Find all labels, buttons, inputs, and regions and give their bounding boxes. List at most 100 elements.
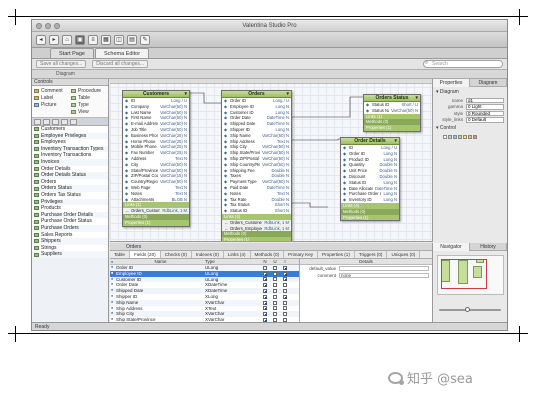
table-icon[interactable]: ▦ (101, 34, 111, 45)
flag-n-checkbox[interactable] (263, 306, 267, 311)
filter-links-icon[interactable] (43, 119, 50, 125)
swatch-blue[interactable] (453, 135, 457, 139)
tab-properties[interactable]: Properties (433, 79, 470, 87)
column-name-header[interactable]: Name (110, 259, 205, 264)
control-procedure[interactable]: Procedure (71, 88, 106, 94)
list-item[interactable]: Sales Reports (32, 232, 108, 239)
flag-u-checkbox[interactable] (273, 265, 277, 270)
flag-n-checkbox[interactable] (263, 300, 267, 305)
control-comment[interactable]: Comment (34, 88, 69, 94)
flag-u-checkbox[interactable] (273, 283, 277, 288)
table-editor-tab[interactable]: Primary Key (284, 251, 319, 258)
column-type-header[interactable]: Type (205, 259, 260, 264)
entity-customers[interactable]: Customers◆IDLong / U◆CompanyVarChar(50) … (122, 90, 190, 227)
column-u-header[interactable]: U (270, 259, 280, 264)
pencil-icon[interactable]: ✎ (140, 34, 150, 45)
discard-all-button[interactable]: Discard all changes... (92, 60, 149, 68)
entity-title[interactable]: Order Details (341, 138, 399, 145)
list-item[interactable]: Shippers (32, 238, 108, 245)
detail-value-field[interactable] (339, 265, 429, 272)
list-item[interactable]: Strings (32, 245, 108, 252)
list-item[interactable]: Customers (32, 126, 108, 133)
list-item[interactable]: Orders Status (32, 185, 108, 192)
list-item[interactable]: Orders (32, 179, 108, 186)
swatch-orange[interactable] (468, 135, 472, 139)
zoom-slider[interactable] (439, 307, 501, 312)
tab-start-page[interactable]: Start Page (50, 48, 94, 58)
zoom-window-button[interactable] (54, 23, 60, 29)
swatch-white[interactable] (443, 135, 447, 139)
flag-n-checkbox[interactable] (263, 277, 267, 282)
list-item[interactable]: Employee Privileges (32, 132, 108, 140)
tab-schema-editor[interactable]: Schema Editor (95, 48, 150, 58)
database-icon[interactable]: ▣ (75, 34, 85, 45)
list-item[interactable]: Suppliers (32, 251, 108, 258)
entity-orders-status[interactable]: Orders Status◆Status IDShort / U◆Status … (363, 94, 421, 132)
flag-u-checkbox[interactable] (273, 306, 277, 311)
list-item[interactable]: Order Details (32, 166, 108, 173)
back-icon[interactable]: ◂ (36, 34, 46, 45)
swatch-green[interactable] (458, 135, 462, 139)
zoom-slider-knob[interactable] (465, 307, 470, 312)
minimize-window-button[interactable] (45, 23, 51, 29)
flag-u-checkbox[interactable] (273, 289, 277, 293)
table-editor-tab[interactable]: Links (4) (224, 251, 251, 258)
swatch-yellow[interactable] (463, 135, 467, 139)
detail-value-field[interactable]: none (339, 272, 429, 279)
entity-title[interactable]: Orders Status (364, 95, 420, 102)
list-item[interactable]: Orders Tax Status (32, 192, 108, 199)
diagram-icon[interactable]: ◫ (114, 34, 124, 45)
column-n-header[interactable]: N (260, 259, 270, 264)
entity-field[interactable]: ◆Status NameVarChar(50) N (364, 108, 420, 114)
control-view[interactable]: View (71, 109, 106, 115)
tab-diagram[interactable]: Diagram (470, 79, 507, 87)
diagram-canvas[interactable]: Customers◆IDLong / U◆CompanyVarChar(50) … (110, 79, 432, 242)
table-editor-tab[interactable]: Indexes (0) (192, 251, 224, 258)
entity-properties-band[interactable]: Properties (1) (341, 214, 399, 221)
entity-properties-band[interactable]: Properties (1) (123, 219, 189, 226)
property-value-field[interactable]: 0 Light (466, 104, 504, 110)
flag-i-checkbox[interactable] (283, 265, 287, 270)
control-table[interactable]: Table (71, 95, 106, 101)
flag-i-checkbox[interactable] (283, 289, 287, 293)
control-label[interactable]: Label (34, 95, 69, 101)
entity-title[interactable]: Orders (222, 91, 291, 98)
list-item[interactable]: Inventory Transactions (32, 152, 108, 159)
tab-history[interactable]: History (470, 243, 507, 251)
list-item[interactable]: Privileges (32, 198, 108, 206)
flag-n-checkbox[interactable] (263, 265, 267, 270)
flag-i-checkbox[interactable] (283, 277, 287, 282)
flag-n-checkbox[interactable] (263, 289, 267, 293)
property-value-field[interactable]: d1 (466, 97, 504, 103)
property-value-field[interactable]: 0 Default (466, 117, 504, 123)
list-item[interactable]: Products (32, 205, 108, 212)
sql-icon[interactable]: ≡ (88, 34, 98, 45)
flag-i-checkbox[interactable] (283, 283, 287, 288)
tab-navigator[interactable]: Navigator (433, 243, 470, 251)
close-window-button[interactable] (36, 23, 42, 29)
table-editor-tab[interactable]: Table (110, 251, 130, 258)
table-editor-tab[interactable]: Methods (0) (251, 251, 285, 258)
home-icon[interactable]: ⌂ (62, 34, 72, 45)
table-editor-tab[interactable]: Triggers (0) (355, 251, 388, 258)
table-editor-tab[interactable]: Uniques (0) (387, 251, 421, 258)
flag-u-checkbox[interactable] (273, 294, 277, 299)
table-editor-tab[interactable]: Properties (1) (318, 251, 355, 258)
control-picture[interactable]: Picture (34, 102, 69, 108)
list-item[interactable]: Purchase Orders (32, 224, 108, 232)
entity-order-details[interactable]: Order Details◆IDLong / U◆Order IDLong N◆… (340, 137, 400, 222)
list-item[interactable]: Purchase Order Status (32, 218, 108, 225)
table-editor-tab[interactable]: Fields (20) (129, 251, 161, 258)
swatch-gray[interactable] (448, 135, 452, 139)
entity-title[interactable]: Customers (123, 91, 189, 98)
flag-u-checkbox[interactable] (273, 271, 277, 276)
flag-n-checkbox[interactable] (263, 271, 267, 276)
search-input[interactable]: Search (423, 60, 503, 68)
entity-properties-band[interactable]: Properties (1) (222, 237, 291, 241)
table-editor-tab[interactable]: Checks (0) (161, 251, 192, 258)
flag-i-checkbox[interactable] (283, 271, 287, 276)
flag-i-checkbox[interactable] (283, 306, 287, 311)
list-item[interactable]: Invoices (32, 158, 108, 166)
flag-n-checkbox[interactable] (263, 283, 267, 288)
filter-procs-icon[interactable] (70, 119, 77, 125)
